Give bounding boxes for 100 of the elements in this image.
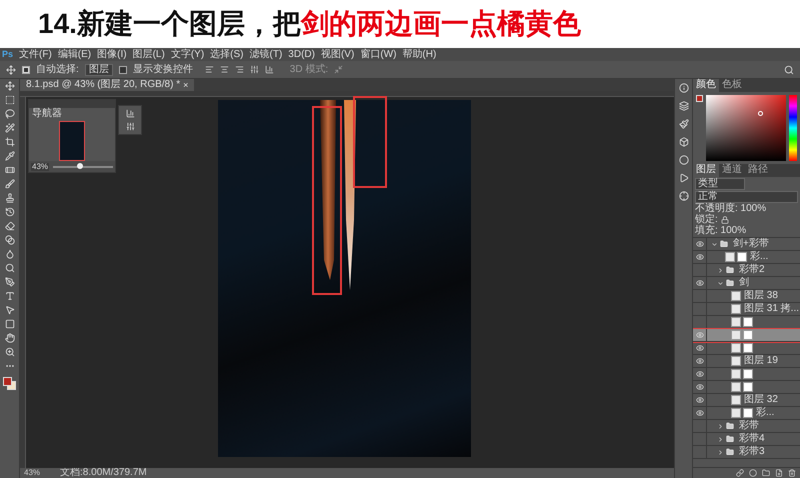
- layer-row[interactable]: 图层 31 拷...: [693, 303, 800, 316]
- menu-item[interactable]: 图层(L): [132, 50, 165, 60]
- eye-icon[interactable]: [696, 383, 704, 391]
- chevron-right-icon[interactable]: [717, 436, 724, 442]
- layer-row[interactable]: 剑+彩带: [693, 238, 800, 251]
- crop-tool-icon[interactable]: [4, 137, 14, 147]
- align-center-icon[interactable]: [220, 65, 229, 74]
- menu-item[interactable]: 视图(V): [320, 50, 354, 60]
- layer-row[interactable]: 彩...: [693, 251, 800, 264]
- cube-icon[interactable]: [678, 137, 688, 147]
- align-left-icon[interactable]: [204, 65, 214, 74]
- target-select[interactable]: 图层: [84, 64, 113, 76]
- zoom-value[interactable]: 43%: [31, 162, 50, 170]
- move-tool-icon[interactable]: [6, 64, 16, 74]
- eyedropper-icon[interactable]: [4, 151, 14, 161]
- menu-item[interactable]: 窗口(W): [360, 50, 396, 60]
- search-icon[interactable]: [784, 64, 794, 74]
- pen-tool-icon[interactable]: [4, 277, 14, 287]
- blend-mode-select[interactable]: 正常: [695, 191, 798, 203]
- panel-tab[interactable]: 颜色: [693, 79, 719, 92]
- menu-item[interactable]: 编辑(E): [58, 50, 92, 60]
- color-swatches[interactable]: [2, 377, 16, 391]
- type-tool-icon[interactable]: [4, 291, 14, 301]
- opacity-field[interactable]: 不透明度: 100%: [695, 204, 798, 214]
- magic-wand-icon[interactable]: [4, 123, 14, 133]
- fill-field[interactable]: 填充: 100%: [695, 226, 798, 236]
- sliders-icon[interactable]: [126, 122, 134, 131]
- hand-tool-icon[interactable]: [4, 333, 14, 343]
- layer-row[interactable]: 彩带4: [693, 433, 800, 446]
- layer-row[interactable]: 彩带3: [693, 446, 800, 459]
- brush-icon[interactable]: [4, 179, 14, 189]
- delete-icon[interactable]: [788, 469, 796, 477]
- menu-item[interactable]: 选择(S): [210, 50, 244, 60]
- menu-item[interactable]: 滤镜(T): [250, 50, 282, 60]
- chevron-down-icon[interactable]: [711, 240, 718, 248]
- folder-icon[interactable]: [762, 469, 770, 477]
- eye-icon[interactable]: [696, 331, 704, 339]
- chevron-right-icon[interactable]: [717, 422, 724, 430]
- layer-row[interactable]: 彩...: [693, 407, 800, 420]
- layer-row[interactable]: [693, 368, 800, 381]
- info-icon[interactable]: [678, 83, 688, 93]
- panel-tab[interactable]: 通道: [719, 164, 745, 177]
- color-field[interactable]: [706, 95, 786, 161]
- foreground-color-swatch[interactable]: [696, 95, 703, 102]
- lock-icon[interactable]: [720, 216, 729, 224]
- new-layer-icon[interactable]: [775, 469, 783, 477]
- eye-icon[interactable]: [696, 253, 704, 261]
- crosshair-icon[interactable]: [678, 191, 688, 201]
- chevron-right-icon[interactable]: [717, 448, 724, 456]
- link-icon[interactable]: [736, 469, 744, 477]
- zoom-tool-icon[interactable]: [4, 347, 14, 357]
- lock-label: 锁定:: [695, 215, 718, 225]
- menu-item[interactable]: 图像(I): [97, 50, 127, 60]
- stamp-icon[interactable]: [4, 193, 14, 203]
- menu-item[interactable]: 文件(F): [19, 50, 52, 60]
- slider-thumb[interactable]: [77, 162, 83, 168]
- layer-row[interactable]: [693, 316, 800, 329]
- filter-select[interactable]: 类型: [695, 178, 745, 190]
- app-logo[interactable]: Ps: [2, 50, 14, 59]
- layer-row[interactable]: 彩带: [693, 420, 800, 433]
- checkbox[interactable]: [118, 66, 127, 74]
- move-tool-icon[interactable]: [4, 81, 14, 91]
- rectangle-tool-icon[interactable]: [4, 319, 14, 329]
- document-tab[interactable]: 8.1.psd @ 43% (图层 20, RGB/8) * ×: [20, 79, 194, 91]
- menu-item[interactable]: 文字(Y): [170, 50, 204, 60]
- play-icon[interactable]: [678, 173, 688, 183]
- eye-icon[interactable]: [696, 409, 704, 417]
- chevron-down-icon[interactable]: [717, 280, 724, 286]
- checkbox[interactable]: [22, 66, 30, 74]
- layer-row[interactable]: 剑: [693, 277, 800, 290]
- eye-icon[interactable]: [696, 396, 704, 404]
- bandage-icon[interactable]: [4, 165, 14, 175]
- panel-tab[interactable]: 图层: [693, 164, 719, 177]
- brush-icon[interactable]: [678, 119, 688, 129]
- panel-tab[interactable]: 色板: [719, 79, 745, 92]
- layers-icon[interactable]: [678, 101, 688, 111]
- layer-row[interactable]: [693, 381, 800, 394]
- layer-row[interactable]: 图层 38: [693, 290, 800, 303]
- eye-icon[interactable]: [696, 240, 704, 248]
- chevron-right-icon[interactable]: [717, 266, 724, 274]
- lasso-tool-icon[interactable]: [4, 109, 14, 119]
- eye-icon[interactable]: [696, 370, 704, 378]
- circle-icon[interactable]: [678, 155, 688, 165]
- menu-item[interactable]: 帮助(H): [402, 50, 436, 60]
- histogram-icon[interactable]: [126, 109, 134, 118]
- eye-icon[interactable]: [696, 279, 704, 287]
- align-right-icon[interactable]: [234, 65, 244, 74]
- eye-icon[interactable]: [696, 357, 704, 365]
- layer-row[interactable]: 彩带2: [693, 264, 800, 277]
- layer-row[interactable]: [693, 329, 800, 342]
- panel-tab[interactable]: 路径: [745, 164, 771, 177]
- layer-row[interactable]: 图层 19: [693, 355, 800, 368]
- color-picker-ring[interactable]: [758, 111, 763, 116]
- layer-row[interactable]: 图层 32: [693, 394, 800, 407]
- eye-icon[interactable]: [696, 344, 704, 352]
- layer-row[interactable]: [693, 342, 800, 355]
- marquee-tool-icon[interactable]: [4, 95, 14, 105]
- eraser-icon[interactable]: [4, 221, 14, 231]
- menu-item[interactable]: 3D(D): [288, 50, 315, 60]
- pointer-icon[interactable]: [4, 305, 14, 315]
